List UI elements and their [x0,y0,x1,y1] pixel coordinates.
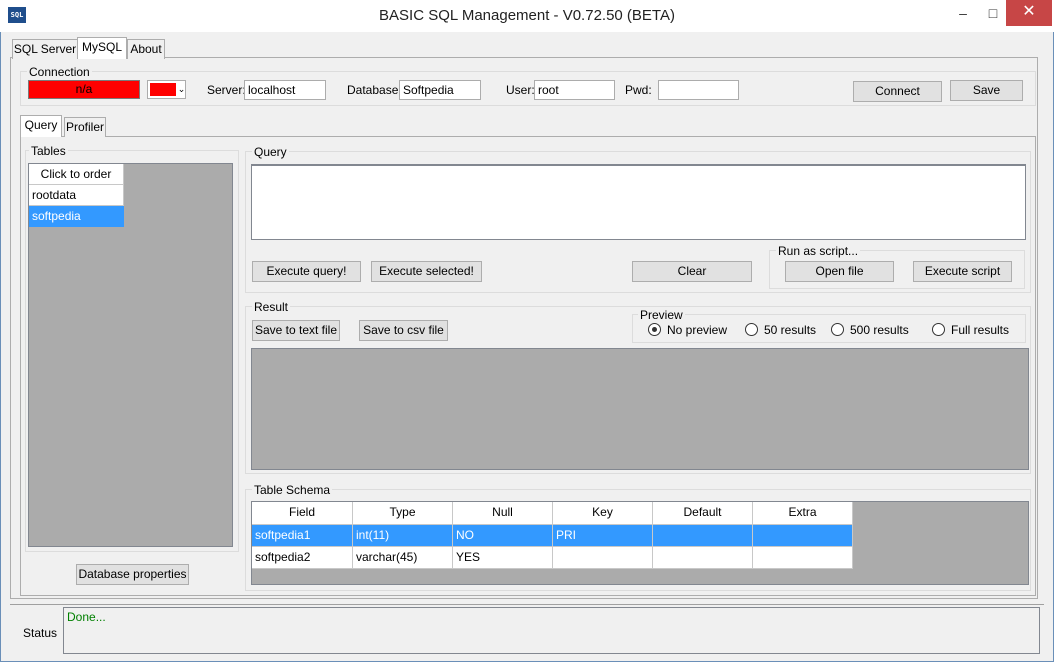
schema-cell[interactable] [753,547,853,569]
result-grid[interactable] [251,348,1029,470]
schema-cell[interactable] [753,525,853,547]
pwd-label: Pwd: [625,83,652,97]
connect-button[interactable]: Connect [853,81,942,102]
execute-selected-button[interactable]: Execute selected! [371,261,482,282]
tab-query[interactable]: Query [20,115,62,137]
preview-full-radio[interactable] [932,323,945,336]
result-label: Result [252,300,291,314]
tab-sql-server[interactable]: SQL Server [12,39,78,59]
save-button[interactable]: Save [950,80,1023,101]
chevron-down-icon: ⌄ [177,84,186,94]
minimize-button[interactable]: – [948,0,978,26]
status-text: Done... [63,607,1040,654]
schema-cell[interactable]: softpedia1 [252,525,353,547]
schema-col-type[interactable]: Type [353,502,453,525]
save-to-csv-button[interactable]: Save to csv file [359,320,448,341]
status-divider [10,604,1044,605]
user-label: User: [506,83,535,97]
schema-cell[interactable] [653,547,753,569]
clear-button[interactable]: Clear [632,261,752,282]
schema-col-key[interactable]: Key [553,502,653,525]
run-as-script-label: Run as script... [776,244,861,258]
tables-label: Tables [29,144,68,158]
preview-50-label: 50 results [764,323,817,337]
query-textarea[interactable] [251,164,1026,240]
password-input[interactable] [658,80,739,100]
color-dropdown[interactable]: ⌄ [147,80,186,99]
preview-50-radio[interactable] [745,323,758,336]
schema-col-default[interactable]: Default [653,502,753,525]
tables-sort-header[interactable]: Click to order [29,164,124,185]
preview-label: Preview [638,308,685,322]
table-item-rootdata[interactable]: rootdata [29,185,124,206]
tab-about[interactable]: About [127,39,165,59]
open-file-button[interactable]: Open file [785,261,894,282]
schema-col-extra[interactable]: Extra [753,502,853,525]
connection-label: Connection [27,65,92,79]
tab-mysql[interactable]: MySQL [77,37,127,59]
query-label: Query [252,145,289,159]
table-schema-label: Table Schema [252,483,333,497]
schema-cell[interactable]: softpedia2 [252,547,353,569]
preview-500-label: 500 results [850,323,909,337]
status-label: Status [23,626,58,640]
user-input[interactable]: root [534,80,615,100]
window-title: BASIC SQL Management - V0.72.50 (BETA) [379,7,675,24]
schema-cell[interactable]: YES [453,547,553,569]
database-label: Database: [347,83,402,97]
table-item-softpedia[interactable]: softpedia [29,206,124,227]
save-to-text-button[interactable]: Save to text file [252,320,340,341]
schema-cell[interactable]: NO [453,525,553,547]
schema-cell[interactable]: PRI [553,525,653,547]
execute-script-button[interactable]: Execute script [913,261,1012,282]
preview-full-label: Full results [951,323,1010,337]
schema-cell[interactable]: int(11) [353,525,453,547]
close-button[interactable]: ✕ [1006,0,1052,26]
connection-status: n/a [28,80,140,99]
preview-none-radio[interactable] [648,323,661,336]
server-input[interactable]: localhost [244,80,326,100]
schema-col-null[interactable]: Null [453,502,553,525]
database-properties-button[interactable]: Database properties [76,564,189,585]
maximize-button[interactable]: □ [978,0,1008,26]
schema-cell[interactable]: varchar(45) [353,547,453,569]
tab-profiler[interactable]: Profiler [64,117,106,137]
color-swatch [150,83,176,96]
schema-cell[interactable] [653,525,753,547]
preview-none-label: No preview [667,323,728,337]
preview-500-radio[interactable] [831,323,844,336]
schema-col-field[interactable]: Field [252,502,353,525]
execute-query-button[interactable]: Execute query! [252,261,361,282]
database-input[interactable]: Softpedia [399,80,481,100]
schema-cell[interactable] [553,547,653,569]
server-label: Server: [207,83,246,97]
